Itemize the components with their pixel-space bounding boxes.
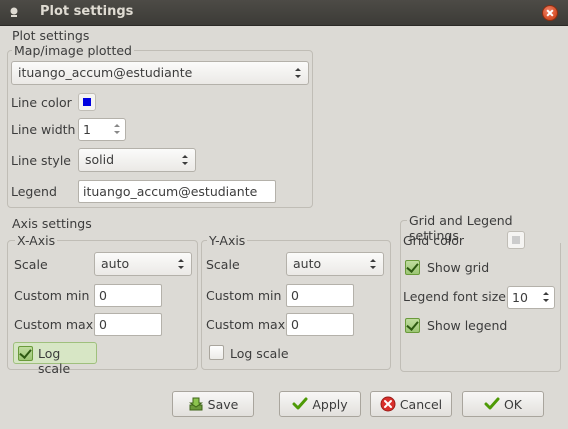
x-custom-max-value: 0 xyxy=(99,317,107,332)
y-custom-min-label: Custom min xyxy=(206,288,282,303)
ok-button-label: OK xyxy=(503,396,523,412)
line-width-spinbox[interactable]: 1 xyxy=(78,118,126,141)
line-color-button[interactable] xyxy=(78,93,96,111)
map-select-value: ituango_accum@estudiante xyxy=(18,65,193,80)
axis-settings-heading: Axis settings xyxy=(12,216,92,231)
legend-font-size-spinbox[interactable]: 10 xyxy=(507,286,555,309)
map-select[interactable]: ituango_accum@estudiante xyxy=(11,61,309,85)
y-custom-max-label: Custom max xyxy=(206,317,286,332)
title-bar: Plot settings xyxy=(0,0,568,26)
ok-button[interactable]: OK xyxy=(462,391,544,417)
cancel-icon xyxy=(380,396,396,412)
save-button-label: Save xyxy=(207,396,239,412)
x-custom-max-label: Custom max xyxy=(14,317,94,332)
spin-arrows-icon[interactable] xyxy=(113,122,121,136)
legend-font-size-label: Legend font size xyxy=(403,289,506,304)
x-log-scale-checkbox[interactable] xyxy=(18,346,33,361)
y-log-scale-checkbox[interactable] xyxy=(209,345,224,360)
y-scale-value: auto xyxy=(293,256,322,271)
x-custom-max-input[interactable]: 0 xyxy=(94,313,162,336)
line-style-select[interactable]: solid xyxy=(78,148,196,172)
y-scale-select[interactable]: auto xyxy=(286,252,384,276)
x-custom-min-value: 0 xyxy=(99,288,107,303)
y-custom-min-value: 0 xyxy=(291,288,299,303)
x-axis-group-label: X-Axis xyxy=(15,233,58,248)
updown-arrows-icon xyxy=(295,68,301,78)
window-menu-icon[interactable] xyxy=(8,6,20,18)
cancel-button-label: Cancel xyxy=(399,396,443,412)
legend-font-size-value: 10 xyxy=(512,290,528,305)
grid-color-swatch xyxy=(512,236,520,244)
show-grid-checkbox[interactable] xyxy=(405,260,420,275)
map-image-group-label: Map/image plotted xyxy=(12,43,134,58)
x-scale-select[interactable]: auto xyxy=(94,252,192,276)
x-scale-value: auto xyxy=(101,256,130,271)
y-custom-min-input[interactable]: 0 xyxy=(286,284,354,307)
y-axis-group-label: Y-Axis xyxy=(207,233,248,248)
x-scale-label: Scale xyxy=(14,257,48,272)
x-custom-min-input[interactable]: 0 xyxy=(94,284,162,307)
show-grid-label: Show grid xyxy=(427,260,490,275)
y-custom-max-input[interactable]: 0 xyxy=(286,313,354,336)
close-button[interactable] xyxy=(542,5,558,21)
spin-arrows-icon[interactable] xyxy=(542,290,550,304)
save-button[interactable]: Save xyxy=(172,391,254,417)
line-width-label: Line width xyxy=(11,122,76,137)
window-title: Plot settings xyxy=(40,4,134,19)
checkmark-icon xyxy=(292,397,308,410)
y-log-scale-label: Log scale xyxy=(230,346,289,361)
line-width-value: 1 xyxy=(83,122,91,137)
y-custom-max-value: 0 xyxy=(291,317,299,332)
x-log-scale-checkbox-row[interactable]: Log scale xyxy=(13,342,97,376)
updown-arrows-icon xyxy=(370,259,376,269)
legend-label: Legend xyxy=(11,184,57,199)
apply-button[interactable]: Apply xyxy=(279,391,361,417)
legend-input-value: ituango_accum@estudiante xyxy=(83,184,258,199)
cancel-button[interactable]: Cancel xyxy=(370,391,452,417)
save-icon xyxy=(188,397,203,411)
grid-color-button[interactable] xyxy=(507,231,525,249)
x-custom-min-label: Custom min xyxy=(14,288,90,303)
grid-color-label: Grid color xyxy=(403,233,464,248)
show-legend-label: Show legend xyxy=(427,318,508,333)
updown-arrows-icon xyxy=(178,259,184,269)
apply-button-label: Apply xyxy=(312,396,348,412)
y-scale-label: Scale xyxy=(206,257,240,272)
legend-input[interactable]: ituango_accum@estudiante xyxy=(78,180,276,203)
line-style-value: solid xyxy=(85,152,115,167)
line-color-label: Line color xyxy=(11,95,72,110)
plot-settings-heading: Plot settings xyxy=(12,28,90,43)
show-legend-checkbox[interactable] xyxy=(405,318,420,333)
line-color-swatch xyxy=(83,98,91,106)
checkmark-icon xyxy=(484,397,500,410)
updown-arrows-icon xyxy=(182,155,188,165)
line-style-label: Line style xyxy=(11,153,71,168)
x-log-scale-label: Log scale xyxy=(38,346,71,376)
